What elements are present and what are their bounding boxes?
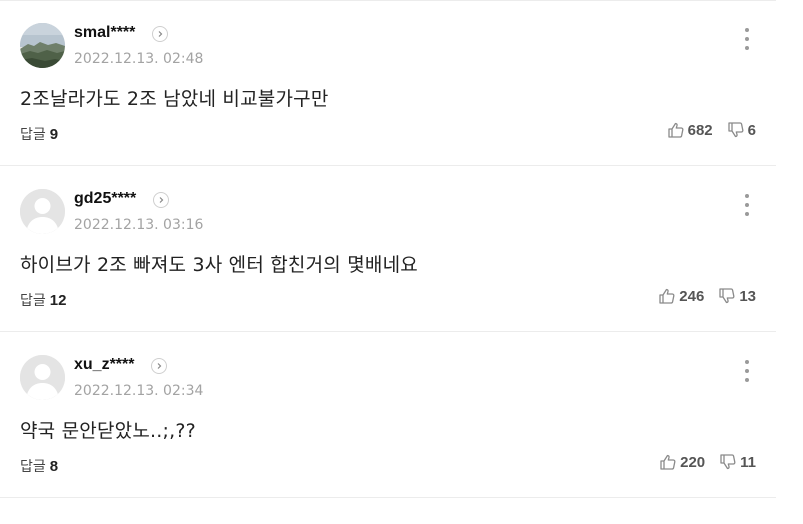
reply-label: 답글 bbox=[20, 293, 46, 309]
comment-list: smal**** 2022.12.13. 02:48 2조날라가도 2조 남았네… bbox=[0, 0, 776, 498]
more-dot-icon bbox=[745, 203, 749, 207]
avatar[interactable] bbox=[20, 355, 65, 400]
reply-count: 9 bbox=[49, 126, 59, 143]
reply-count: 8 bbox=[49, 458, 59, 475]
more-dot-icon bbox=[745, 360, 749, 364]
more-dot-icon bbox=[745, 28, 749, 32]
more-options-button[interactable] bbox=[743, 194, 751, 216]
dislike-count: 11 bbox=[740, 453, 756, 471]
dislike-count: 6 bbox=[747, 121, 756, 139]
timestamp: 2022.12.13. 02:48 bbox=[74, 51, 204, 67]
dislike-button[interactable]: 6 bbox=[727, 121, 756, 139]
like-button[interactable]: 246 bbox=[658, 287, 704, 305]
reply-button[interactable]: 답글 9 bbox=[20, 124, 58, 144]
nickname[interactable]: xu_z**** bbox=[74, 356, 134, 374]
comment-text: 약국 문안닫았노..;,?? bbox=[20, 420, 196, 442]
vote-group: 682 6 bbox=[667, 121, 756, 139]
thumbs-down-icon bbox=[719, 288, 735, 304]
comment-text: 2조날라가도 2조 남았네 비교불가구만 bbox=[20, 88, 329, 110]
more-dot-icon bbox=[745, 37, 749, 41]
thumbs-down-icon bbox=[720, 454, 736, 470]
avatar[interactable] bbox=[20, 23, 65, 68]
more-options-button[interactable] bbox=[743, 360, 751, 382]
default-profile-icon bbox=[20, 355, 65, 400]
vote-group: 220 11 bbox=[659, 453, 756, 471]
profile-chevron-button[interactable] bbox=[151, 358, 167, 374]
nickname[interactable]: gd25**** bbox=[74, 190, 136, 208]
comment-text: 하이브가 2조 빠져도 3사 엔터 합친거의 몇배네요 bbox=[20, 254, 418, 276]
reply-label: 답글 bbox=[20, 127, 46, 143]
more-dot-icon bbox=[745, 378, 749, 382]
thumbs-up-icon bbox=[659, 288, 675, 304]
like-count: 682 bbox=[687, 121, 713, 139]
comment-item: gd25**** 2022.12.13. 03:16 하이브가 2조 빠져도 3… bbox=[0, 166, 776, 332]
like-count: 246 bbox=[679, 287, 705, 305]
like-button[interactable]: 682 bbox=[667, 121, 713, 139]
timestamp: 2022.12.13. 03:16 bbox=[74, 217, 204, 233]
avatar[interactable] bbox=[20, 189, 65, 234]
thumbs-up-icon bbox=[667, 122, 684, 138]
reply-button[interactable]: 답글 8 bbox=[20, 456, 58, 476]
chevron-right-icon bbox=[159, 197, 164, 203]
reply-count: 12 bbox=[49, 292, 67, 309]
more-dot-icon bbox=[745, 194, 749, 198]
reply-button[interactable]: 답글 12 bbox=[20, 290, 66, 310]
chevron-right-icon bbox=[157, 363, 162, 369]
landscape-avatar-image bbox=[20, 23, 65, 68]
timestamp: 2022.12.13. 02:34 bbox=[74, 383, 204, 399]
nickname[interactable]: smal**** bbox=[74, 24, 135, 42]
dislike-button[interactable]: 11 bbox=[719, 453, 756, 471]
like-count: 220 bbox=[680, 453, 706, 471]
default-profile-icon bbox=[20, 189, 65, 234]
comment-item: smal**** 2022.12.13. 02:48 2조날라가도 2조 남았네… bbox=[0, 0, 776, 166]
more-dot-icon bbox=[745, 46, 749, 50]
thumbs-up-icon bbox=[660, 454, 676, 470]
dislike-count: 13 bbox=[739, 287, 756, 305]
profile-chevron-button[interactable] bbox=[153, 192, 169, 208]
profile-chevron-button[interactable] bbox=[152, 26, 168, 42]
reply-label: 답글 bbox=[20, 459, 46, 475]
more-dot-icon bbox=[745, 212, 749, 216]
more-dot-icon bbox=[745, 369, 749, 373]
dislike-button[interactable]: 13 bbox=[718, 287, 756, 305]
more-options-button[interactable] bbox=[743, 28, 751, 50]
vote-group: 246 13 bbox=[658, 287, 756, 305]
chevron-right-icon bbox=[158, 31, 163, 37]
thumbs-down-icon bbox=[728, 122, 744, 138]
like-button[interactable]: 220 bbox=[659, 453, 705, 471]
comment-item: xu_z**** 2022.12.13. 02:34 약국 문안닫았노..;,?… bbox=[0, 332, 776, 498]
